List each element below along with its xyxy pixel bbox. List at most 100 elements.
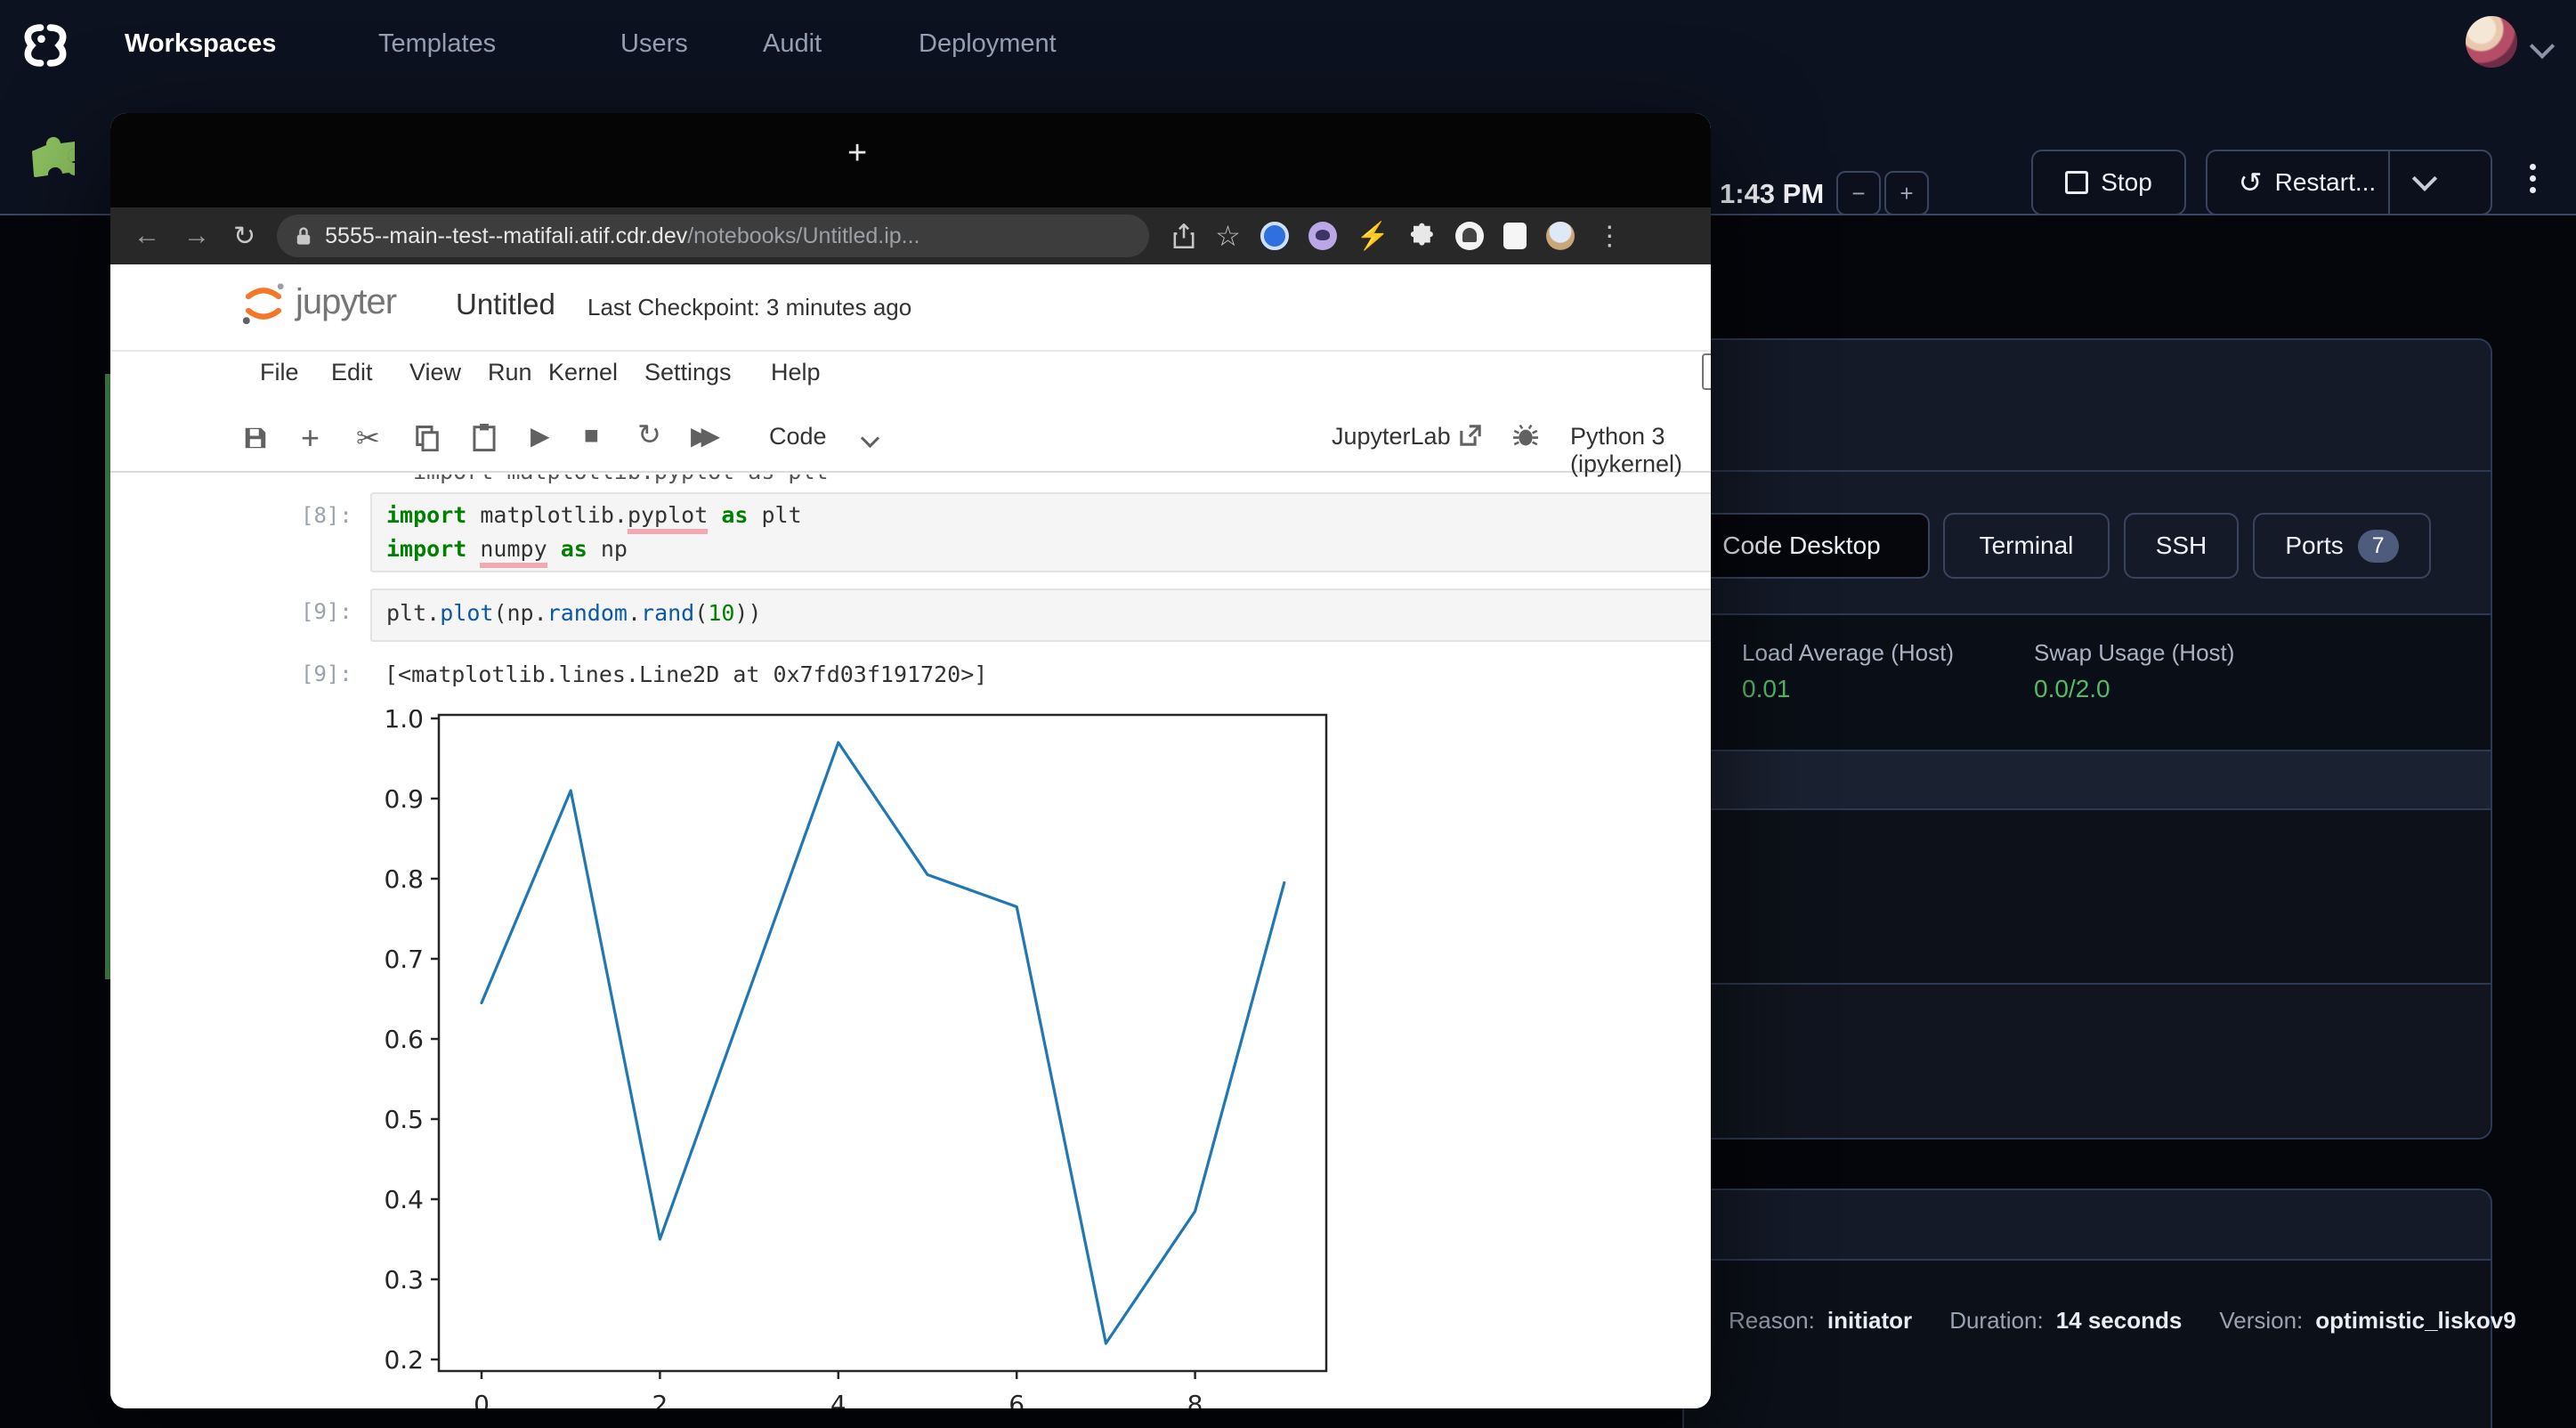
notebook-toolbar: + ✂ ▶ ■ ↻ ▶▶ Code JupyterLab bbox=[110, 409, 1711, 473]
card-row-b bbox=[1684, 808, 2491, 985]
debugger-bug-icon[interactable] bbox=[1513, 423, 1538, 448]
terminal-label: Terminal bbox=[1980, 531, 2074, 560]
menu-kernel[interactable]: Kernel bbox=[548, 359, 618, 386]
code-cell-9[interactable]: plt.plot(np.random.rand(10)) bbox=[370, 588, 1711, 642]
ssh-button[interactable]: SSH bbox=[2124, 513, 2239, 579]
user-avatar[interactable] bbox=[2466, 16, 2517, 68]
ssh-label: SSH bbox=[2156, 531, 2207, 560]
svg-text:0.4: 0.4 bbox=[384, 1185, 424, 1214]
github-extension-icon[interactable] bbox=[1308, 222, 1337, 250]
save-icon[interactable] bbox=[242, 425, 269, 451]
code-desktop-button[interactable]: Code Desktop bbox=[1673, 513, 1930, 579]
svg-text:0.6: 0.6 bbox=[384, 1025, 424, 1054]
puzzle-extensions-icon[interactable] bbox=[1409, 223, 1436, 249]
screen: Workspaces Templates Users Audit Deploym… bbox=[0, 0, 2576, 1428]
svg-text:8: 8 bbox=[1187, 1390, 1203, 1408]
cut-cell-icon[interactable]: ✂ bbox=[356, 421, 380, 455]
workspace-kebab-menu[interactable] bbox=[2530, 158, 2536, 199]
output-prompt: [9]: bbox=[301, 661, 352, 686]
ghost-extension-icon[interactable] bbox=[1455, 222, 1484, 250]
kernel-name-label[interactable]: Python 3 (ipykernel) bbox=[1570, 423, 1711, 478]
cell8-prompt: [8]: bbox=[301, 503, 352, 528]
browser-tab-strip: Untitled × + bbox=[110, 113, 1711, 207]
svg-text:0.3: 0.3 bbox=[384, 1265, 424, 1294]
restart-icon: ↺ bbox=[2239, 166, 2263, 199]
terminal-button[interactable]: Terminal bbox=[1943, 513, 2110, 579]
zoom-out-button[interactable]: − bbox=[1836, 171, 1881, 215]
trusted-button[interactable]: Trusted bbox=[1702, 353, 1711, 390]
restart-run-all-icon[interactable]: ▶▶ bbox=[691, 421, 711, 450]
nav-item-templates[interactable]: Templates bbox=[378, 29, 496, 59]
reload-icon[interactable]: ↻ bbox=[233, 221, 255, 252]
svg-text:2: 2 bbox=[652, 1390, 668, 1408]
browser-menu-kebab-icon[interactable]: ⋮ bbox=[1596, 221, 1623, 252]
address-bar[interactable]: 5555--main--test--matifali.atif.cdr.dev/… bbox=[277, 215, 1149, 257]
stop-icon bbox=[2065, 171, 2088, 194]
menu-help[interactable]: Help bbox=[771, 359, 821, 386]
card-row-a bbox=[1684, 750, 2491, 810]
password-manager-extension-icon[interactable] bbox=[1260, 222, 1289, 250]
copy-cell-icon[interactable] bbox=[415, 425, 440, 451]
duration-label: Duration: bbox=[1949, 1307, 2044, 1335]
clock-label: 1:43 PM bbox=[1720, 178, 1824, 210]
back-icon[interactable]: ← bbox=[134, 221, 160, 251]
nav-item-audit[interactable]: Audit bbox=[763, 29, 822, 59]
svg-text:0.9: 0.9 bbox=[384, 784, 424, 814]
menu-edit[interactable]: Edit bbox=[331, 359, 373, 386]
svg-text:0.8: 0.8 bbox=[384, 864, 424, 894]
notebook-title[interactable]: Untitled bbox=[456, 288, 555, 321]
restart-button[interactable]: ↺ Restart... bbox=[2206, 150, 2492, 215]
zoom-in-button[interactable]: + bbox=[1884, 171, 1929, 215]
new-tab-button[interactable]: + bbox=[847, 134, 867, 173]
menu-view[interactable]: View bbox=[409, 359, 461, 386]
lightning-extension-icon[interactable]: ⚡ bbox=[1357, 221, 1389, 252]
card-header-section bbox=[1684, 340, 2491, 470]
load-average-label: Load Average (Host) bbox=[1742, 639, 1954, 667]
jupyterlab-link[interactable]: JupyterLab bbox=[1332, 423, 1451, 450]
build-meta-row: Reason: initiator Duration: 14 seconds V… bbox=[1729, 1307, 2516, 1335]
puzzle-extension-icon[interactable] bbox=[25, 130, 89, 190]
clipped-code-line: import matplotlib.pyplot as plt bbox=[413, 475, 1481, 489]
svg-text:4: 4 bbox=[830, 1390, 847, 1408]
stop-button[interactable]: Stop bbox=[2031, 150, 2186, 215]
restart-options-chevron[interactable] bbox=[2388, 151, 2459, 214]
cell-type-select[interactable]: Code bbox=[769, 423, 827, 450]
swap-usage-label: Swap Usage (Host) bbox=[2034, 639, 2234, 667]
interrupt-kernel-icon[interactable]: ■ bbox=[584, 421, 599, 450]
ports-count-badge: 7 bbox=[2358, 530, 2399, 563]
header-divider bbox=[110, 350, 1711, 352]
profile-extension-icon[interactable] bbox=[1546, 222, 1575, 250]
ports-label: Ports bbox=[2285, 531, 2343, 560]
nav-item-deployment[interactable]: Deployment bbox=[919, 29, 1057, 59]
build-card-body bbox=[1684, 1259, 2491, 1428]
version-label: Version: bbox=[2219, 1307, 2303, 1335]
lock-icon bbox=[295, 225, 312, 247]
svg-text:0.2: 0.2 bbox=[384, 1345, 424, 1375]
coder-logo-icon[interactable] bbox=[20, 20, 71, 76]
nav-item-workspaces[interactable]: Workspaces bbox=[125, 29, 276, 59]
browser-window: Untitled × + ← → ↻ 5555--main--test--mat… bbox=[110, 113, 1711, 1408]
code-desktop-label: Code Desktop bbox=[1722, 531, 1880, 560]
bookmark-star-icon[interactable]: ☆ bbox=[1215, 219, 1241, 253]
menu-settings[interactable]: Settings bbox=[644, 359, 732, 386]
svg-text:6: 6 bbox=[1009, 1390, 1025, 1408]
card-row-c bbox=[1684, 983, 2491, 1140]
menu-run[interactable]: Run bbox=[488, 359, 532, 386]
menu-file[interactable]: File bbox=[260, 359, 299, 386]
forward-icon[interactable]: → bbox=[183, 221, 210, 251]
code-cell-8[interactable]: import matplotlib.pyplot as plt import n… bbox=[370, 492, 1711, 572]
share-icon[interactable] bbox=[1172, 223, 1195, 248]
ports-button[interactable]: Ports 7 bbox=[2253, 513, 2431, 579]
chevron-down-icon bbox=[2412, 166, 2437, 191]
run-cell-icon[interactable]: ▶ bbox=[531, 421, 550, 450]
external-link-icon[interactable] bbox=[1458, 423, 1483, 448]
paste-cell-icon[interactable] bbox=[472, 424, 497, 452]
nav-item-users[interactable]: Users bbox=[620, 29, 688, 59]
workspace-detail-card bbox=[1682, 338, 2492, 1140]
browser-toolbar: ← → ↻ 5555--main--test--matifali.atif.cd… bbox=[110, 207, 1711, 264]
panel-extension-icon[interactable] bbox=[1503, 223, 1527, 249]
stop-label: Stop bbox=[2101, 168, 2152, 197]
restart-kernel-icon[interactable]: ↻ bbox=[637, 418, 661, 451]
reason-value: initiator bbox=[1827, 1307, 1912, 1335]
add-cell-icon[interactable]: + bbox=[301, 419, 320, 457]
